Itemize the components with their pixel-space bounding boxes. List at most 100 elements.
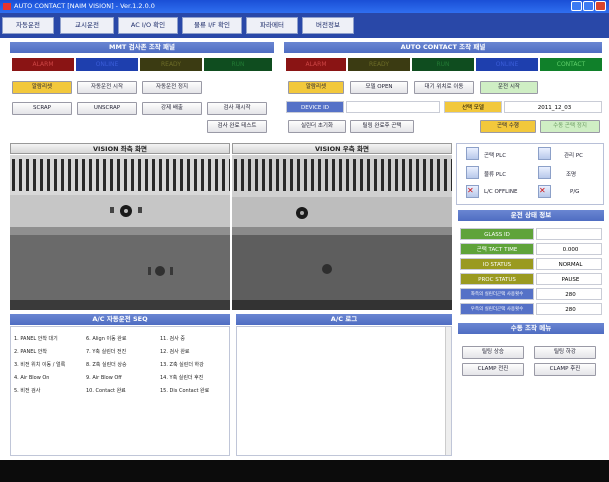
seq-step: 11. 검사 중 (160, 336, 185, 342)
management-pc-icon (538, 147, 551, 160)
log-title: A/C 로그 (236, 314, 452, 325)
mmt-unscrap-button[interactable]: UNSCRAP (77, 102, 137, 115)
model-label: 선택 모델 (444, 101, 502, 113)
seq-step: 9. Air Blow Off (86, 375, 122, 381)
clamp-backward-button[interactable]: CLAMP 후진 (534, 363, 596, 376)
menu-auto-run[interactable]: 자동운전 (2, 17, 54, 34)
vision-right-image (232, 155, 452, 310)
mmt-alarm-reset-button[interactable]: 알람리셋 (12, 81, 72, 94)
ac-status-ready: READY (348, 58, 410, 71)
seq-title: A/C 자동운전 SEQ (10, 314, 230, 325)
maximize-button[interactable] (583, 1, 594, 11)
cylinder-init-button[interactable]: 실린더 초기화 (288, 120, 346, 133)
seq-col-3: 11. 검사 중 12. 검사 완료 13. Z축 실린더 하강 14. Y축 … (160, 336, 209, 395)
device-id-field[interactable] (346, 101, 440, 113)
seq-step: 3. 비전 위치 이동 / 얼록 (14, 362, 66, 368)
ac-status-online: ONLINE (476, 58, 538, 71)
ac-move-standby-button[interactable]: 대기 위치로 이동 (414, 81, 474, 94)
manual-contact-stop-button[interactable]: 수동 곤택 정지 (540, 120, 600, 133)
left-cylinder-count-value: 280 (536, 288, 602, 300)
menu-parameter[interactable]: 파라메터 (246, 17, 298, 34)
error-x-icon: ✕ (467, 186, 474, 195)
ac-status-contact: CONTACT (540, 58, 602, 71)
mmt-auto-stop-button[interactable]: 자동운전 정지 (142, 81, 202, 94)
lc-offline-icon: ✕ (466, 185, 479, 198)
mmt-status-run: RUN (204, 58, 272, 71)
seq-step: 7. Y축 실린더 전진 (86, 349, 127, 355)
comm-label-contact-plc: 곤택 PLC (484, 153, 507, 159)
proc-status-label: PROC STATUS (460, 273, 534, 285)
vision-right-title: VISION 우측 화면 (232, 143, 452, 154)
glass-id-value (536, 228, 602, 240)
seq-step: 13. Z축 실린더 하강 (160, 362, 204, 368)
ac-model-open-button[interactable]: 모델 OPEN (350, 81, 408, 94)
vision-left-title: VISION 좌측 화면 (10, 143, 230, 154)
log-scrollbar[interactable] (445, 327, 451, 455)
pg-icon: ✕ (538, 185, 551, 198)
device-id-label: DEVICE ID (286, 101, 344, 113)
model-field[interactable]: 2011_12_03 (504, 101, 602, 113)
contact-run-button[interactable]: 곤택 수행 (480, 120, 536, 133)
seq-step: 14. Y축 실린더 후진 (160, 375, 204, 381)
error-x-icon: ✕ (539, 186, 546, 195)
mmt-auto-start-button[interactable]: 자동운전 시작 (77, 81, 137, 94)
log-area[interactable] (236, 326, 452, 456)
io-status-value: NORMAL (536, 258, 602, 270)
menu-ac-io[interactable]: AC I/O 확인 (118, 17, 178, 34)
right-cylinder-count-value: 280 (536, 303, 602, 315)
ac-alarm-reset-button[interactable]: 알람리셋 (288, 81, 344, 94)
ac-status-run: RUN (412, 58, 474, 71)
comm-label-management-pc: 관리 PC (564, 153, 584, 159)
contact-plc-icon (466, 147, 479, 160)
window-title: AUTO CONTACT [NAIM VISION] - Ver.1.2.0.0 (14, 2, 155, 10)
logistics-plc-icon (466, 166, 479, 179)
menu-teach-run[interactable]: 교시운전 (60, 17, 114, 34)
comm-label-pg: P/G (570, 189, 580, 195)
minimize-button[interactable] (571, 1, 582, 11)
mmt-inspect-restart-button[interactable]: 검사 재시작 (207, 102, 267, 115)
seq-step: 10. Contact 완료 (86, 388, 126, 394)
clamp-forward-button[interactable]: CLAMP 전진 (462, 363, 524, 376)
seq-step: 4. Air Blow On (14, 375, 50, 381)
status-bar (0, 460, 609, 482)
tact-time-label: 곤택 TACT TIME (460, 243, 534, 255)
mmt-inspect-complete-test-button[interactable]: 검사 완료 테스트 (207, 120, 267, 133)
after-tilting-contact-button[interactable]: 릴링 완료후 곤택 (350, 120, 414, 133)
comm-label-lc-offline: L/C OFFLINE (484, 189, 518, 195)
proc-status-value: PAUSE (536, 273, 602, 285)
close-button[interactable] (595, 1, 606, 11)
tact-time-value: 0.000 (536, 243, 602, 255)
lighting-icon (538, 166, 551, 179)
app-icon (3, 3, 11, 10)
title-bar: AUTO CONTACT [NAIM VISION] - Ver.1.2.0.0 (0, 0, 609, 13)
mmt-panel-title: MMT 검사존 조작 패널 (10, 42, 274, 53)
mmt-force-eject-button[interactable]: 강제 배출 (142, 102, 202, 115)
mmt-scrap-button[interactable]: SCRAP (12, 102, 72, 115)
seq-step: 5. 비전 검사 (14, 388, 41, 394)
seq-step: 2. PANEL 안착 (14, 349, 47, 355)
seq-step: 8. Z축 실린더 상승 (86, 362, 127, 368)
ac-run-start-button[interactable]: 운전 시작 (480, 81, 538, 94)
seq-step: 6. Align 이동 완료 (86, 336, 127, 342)
mmt-status-alarm: ALARM (12, 58, 74, 71)
tilting-down-button[interactable]: 틸팅 하강 (534, 346, 596, 359)
left-cylinder-count-label: 좌측의 실린더곤택 사용횟수 (460, 288, 534, 300)
seq-step: 15. Dis Contact 완료 (160, 388, 210, 394)
mmt-status-online: ONLINE (76, 58, 138, 71)
ac-status-alarm: ALARM (286, 58, 346, 71)
mmt-status-ready: READY (140, 58, 202, 71)
vision-left-image (10, 155, 230, 310)
seq-step: 12. 검사 완료 (160, 349, 190, 355)
seq-col-1: 1. PANEL 안착 대기 2. PANEL 안착 3. 비전 위치 이동 /… (14, 336, 65, 395)
right-cylinder-count-label: 우측의 실린더곤택 사용횟수 (460, 303, 534, 315)
comm-label-logistics-plc: 물류 PLC (484, 172, 507, 178)
ac-panel-title: AUTO CONTACT 조작 패널 (284, 42, 602, 53)
comm-label-lighting: 조명 (566, 172, 577, 178)
tilting-up-button[interactable]: 틸팅 상승 (462, 346, 524, 359)
manual-menu-title: 수동 조작 메뉴 (458, 323, 604, 334)
menu-version[interactable]: 버전정보 (302, 17, 354, 34)
run-info-title: 운전 상태 정보 (458, 210, 604, 221)
io-status-label: IO STATUS (460, 258, 534, 270)
glass-id-label: GLASS ID (460, 228, 534, 240)
menu-logistics-if[interactable]: 물류 I/F 확인 (182, 17, 242, 34)
